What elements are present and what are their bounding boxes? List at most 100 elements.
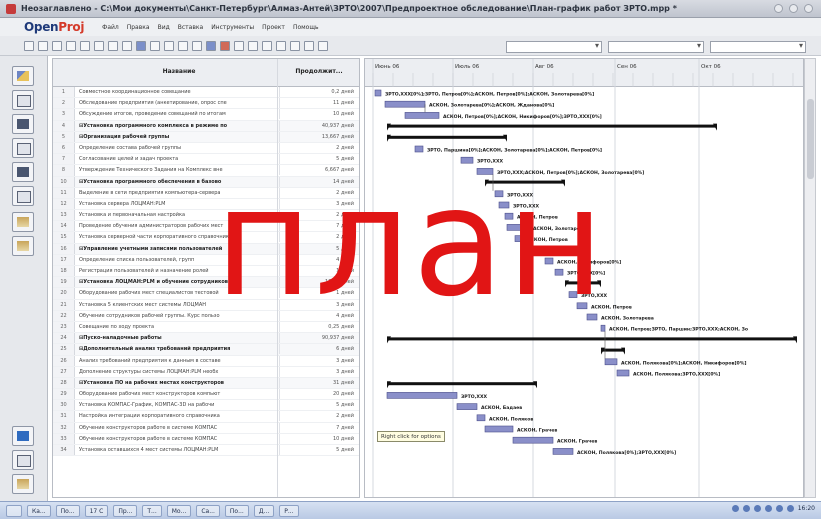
row-number[interactable]: 2 bbox=[53, 98, 75, 109]
close-button[interactable] bbox=[804, 4, 813, 13]
task-info-icon[interactable] bbox=[206, 40, 216, 51]
duration-cell[interactable]: 0,2 дней bbox=[279, 87, 357, 97]
table-row[interactable]: 8 Утверждение Технического Задания на Ком… bbox=[53, 165, 359, 177]
duration-cell[interactable]: 31 дней bbox=[279, 377, 357, 388]
task-name-cell[interactable]: ⊟Установка ЛОЦМАН:PLM и обучение сотрудн… bbox=[79, 277, 277, 287]
task-name-cell[interactable]: Установка серверной части корпоративного… bbox=[79, 232, 277, 242]
menu-edit[interactable]: Правка bbox=[127, 24, 150, 31]
row-number[interactable]: 13 bbox=[53, 210, 75, 221]
task-name-cell[interactable]: Выделение в сети предприятия компьютера-… bbox=[79, 188, 277, 198]
taskbar-item[interactable]: Мо... bbox=[166, 504, 192, 517]
table-row[interactable]: 19 ⊟Установка ЛОЦМАН:PLM и обучение сотру… bbox=[53, 277, 359, 289]
table-row[interactable]: 31 Настройка интеграции корпоративного сп… bbox=[53, 411, 359, 423]
zoom-out-icon[interactable] bbox=[276, 40, 286, 51]
duration-cell[interactable]: 4 дней bbox=[279, 254, 357, 265]
table-row[interactable]: 32 Обучение конструкторов работе в систем… bbox=[53, 422, 359, 434]
network-view-icon[interactable] bbox=[12, 90, 34, 110]
taskbar-item[interactable]: Са... bbox=[196, 504, 220, 517]
row-number[interactable]: 8 bbox=[53, 165, 75, 176]
find-icon[interactable] bbox=[136, 40, 146, 51]
row-number[interactable]: 6 bbox=[53, 142, 75, 154]
wbs-view-icon[interactable] bbox=[12, 138, 34, 158]
row-number[interactable]: 22 bbox=[53, 310, 75, 321]
scroll-left-icon[interactable] bbox=[304, 40, 314, 51]
indent-icon[interactable] bbox=[234, 40, 244, 51]
task-name-cell[interactable]: Совместное координационное совещание bbox=[79, 87, 277, 97]
table-row[interactable]: 30 Установка КОМПАС-График, КОМПАС-3D на … bbox=[53, 400, 359, 412]
task-name-cell[interactable]: Обследование предприятия (анкетирование,… bbox=[79, 98, 277, 108]
charts-icon[interactable] bbox=[12, 450, 34, 470]
task-name-cell[interactable]: Утверждение Технического Задания на Комп… bbox=[79, 165, 277, 175]
filter-dropdown[interactable] bbox=[506, 41, 602, 53]
duration-cell[interactable]: 3 дней bbox=[279, 355, 357, 366]
duration-cell[interactable]: 0,25 дней bbox=[279, 321, 357, 332]
table-row[interactable]: 17 Определение списка пользователей, груп… bbox=[53, 254, 359, 266]
zoom-in-icon[interactable] bbox=[262, 40, 272, 51]
table-row[interactable]: 26 Анализ требований предприятия к данным… bbox=[53, 355, 359, 367]
filter-icon[interactable] bbox=[290, 40, 300, 51]
duration-cell[interactable]: 2 дней bbox=[279, 187, 357, 198]
duration-cell[interactable]: 6 дней bbox=[279, 344, 357, 355]
task-name-cell[interactable]: Обучение конструкторов работе в системе … bbox=[79, 434, 277, 444]
histogram-icon[interactable] bbox=[12, 426, 34, 446]
taskbar-item[interactable]: Ка... bbox=[27, 504, 51, 517]
row-number[interactable]: 28 bbox=[53, 377, 75, 389]
duration-cell[interactable]: 4 дней bbox=[279, 310, 357, 321]
task-name-cell[interactable]: Установка КОМПАС-График, КОМПАС-3D на ра… bbox=[79, 400, 277, 410]
taskbar-item[interactable]: 17 С bbox=[84, 504, 109, 517]
projects-view-icon[interactable] bbox=[12, 186, 34, 206]
row-number[interactable]: 24 bbox=[53, 333, 75, 344]
link-icon[interactable] bbox=[178, 40, 188, 51]
duration-cell[interactable]: 10 дней bbox=[279, 433, 357, 444]
duration-cell[interactable]: 90,937 дней bbox=[279, 333, 357, 344]
task-name-cell[interactable]: ⊟Установка программного комплекса в режи… bbox=[79, 121, 277, 131]
task-name-cell[interactable]: ⊟Управление учетными записями пользовате… bbox=[79, 244, 277, 254]
duration-cell[interactable]: 1 дней bbox=[279, 266, 357, 276]
taskbar-item[interactable]: Т... bbox=[142, 504, 162, 517]
row-number[interactable]: 32 bbox=[53, 422, 75, 433]
duration-cell[interactable]: 3 дней bbox=[279, 366, 357, 377]
task-name-cell[interactable]: Установка оставшихся 4 мест системы ЛОЦМ… bbox=[79, 445, 277, 455]
row-number[interactable]: 5 bbox=[53, 131, 75, 142]
table-row[interactable]: 22 Обучение сотрудников рабочей группы. К… bbox=[53, 310, 359, 322]
table-row[interactable]: 25 ⊟Дополнительный анализ требований пред… bbox=[53, 344, 359, 356]
row-number[interactable]: 27 bbox=[53, 366, 75, 377]
taskbar-item[interactable]: Д... bbox=[253, 504, 275, 517]
gantt-view-icon[interactable] bbox=[12, 66, 34, 86]
table-row[interactable]: 1 Совместное координационное совещание 0,2… bbox=[53, 87, 359, 99]
start-button[interactable] bbox=[6, 504, 22, 517]
task-name-cell[interactable]: Установка сервера ЛОЦМАН:PLM bbox=[79, 199, 277, 209]
table-row[interactable]: 6 Определение состава рабочей группы 2 дне… bbox=[53, 142, 359, 155]
task-name-cell[interactable]: Оборудование рабочих мест конструкторов … bbox=[79, 389, 277, 399]
minimize-button[interactable] bbox=[774, 4, 783, 13]
duration-cell[interactable]: 7 дней bbox=[279, 221, 357, 232]
task-name-cell[interactable]: Совещание по ходу проекта bbox=[79, 322, 277, 332]
row-number[interactable]: 12 bbox=[53, 198, 75, 210]
task-name-cell[interactable]: ⊟Установка ПО на рабочих местах конструк… bbox=[79, 378, 277, 388]
group-dropdown[interactable] bbox=[710, 41, 806, 53]
task-name-cell[interactable]: Оборудование рабочих мест специалистов т… bbox=[79, 288, 277, 298]
tray-icon[interactable] bbox=[742, 505, 750, 512]
column-header-duration[interactable]: Продолжит... bbox=[279, 68, 359, 75]
table-row[interactable]: 4 ⊟Установка программного комплекса в реж… bbox=[53, 120, 359, 132]
table-row[interactable]: 11 Выделение в сети предприятия компьютер… bbox=[53, 187, 359, 199]
row-number[interactable]: 20 bbox=[53, 288, 75, 299]
duration-cell[interactable]: 14 дней bbox=[279, 176, 357, 187]
table-row[interactable]: 18 Регистрация пользователей и назначение… bbox=[53, 266, 359, 278]
paste-icon[interactable] bbox=[122, 40, 132, 51]
row-number[interactable]: 16 bbox=[53, 243, 75, 254]
task-name-cell[interactable]: Проведение обучения администраторов рабо… bbox=[79, 221, 277, 231]
task-name-cell[interactable]: Обсуждение итогов, проведение совещаний … bbox=[79, 109, 277, 119]
table-row[interactable]: 28 ⊟Установка ПО на рабочих местах констр… bbox=[53, 377, 359, 390]
duration-cell[interactable]: 1 дней bbox=[279, 288, 357, 299]
copy-icon[interactable] bbox=[108, 40, 118, 51]
table-row[interactable]: 16 ⊟Управление учетными записями пользова… bbox=[53, 243, 359, 255]
table-row[interactable]: 34 Установка оставшихся 4 мест системы ЛО… bbox=[53, 445, 359, 457]
task-name-cell[interactable]: ⊟Дополнительный анализ требований предпр… bbox=[79, 344, 277, 354]
column-header-name[interactable]: Название bbox=[79, 68, 279, 75]
maximize-button[interactable] bbox=[789, 4, 798, 13]
row-number[interactable]: 3 bbox=[53, 109, 75, 120]
row-number[interactable]: 7 bbox=[53, 154, 75, 165]
unlink-icon[interactable] bbox=[192, 40, 202, 51]
duration-cell[interactable]: 5 дней bbox=[279, 445, 357, 455]
